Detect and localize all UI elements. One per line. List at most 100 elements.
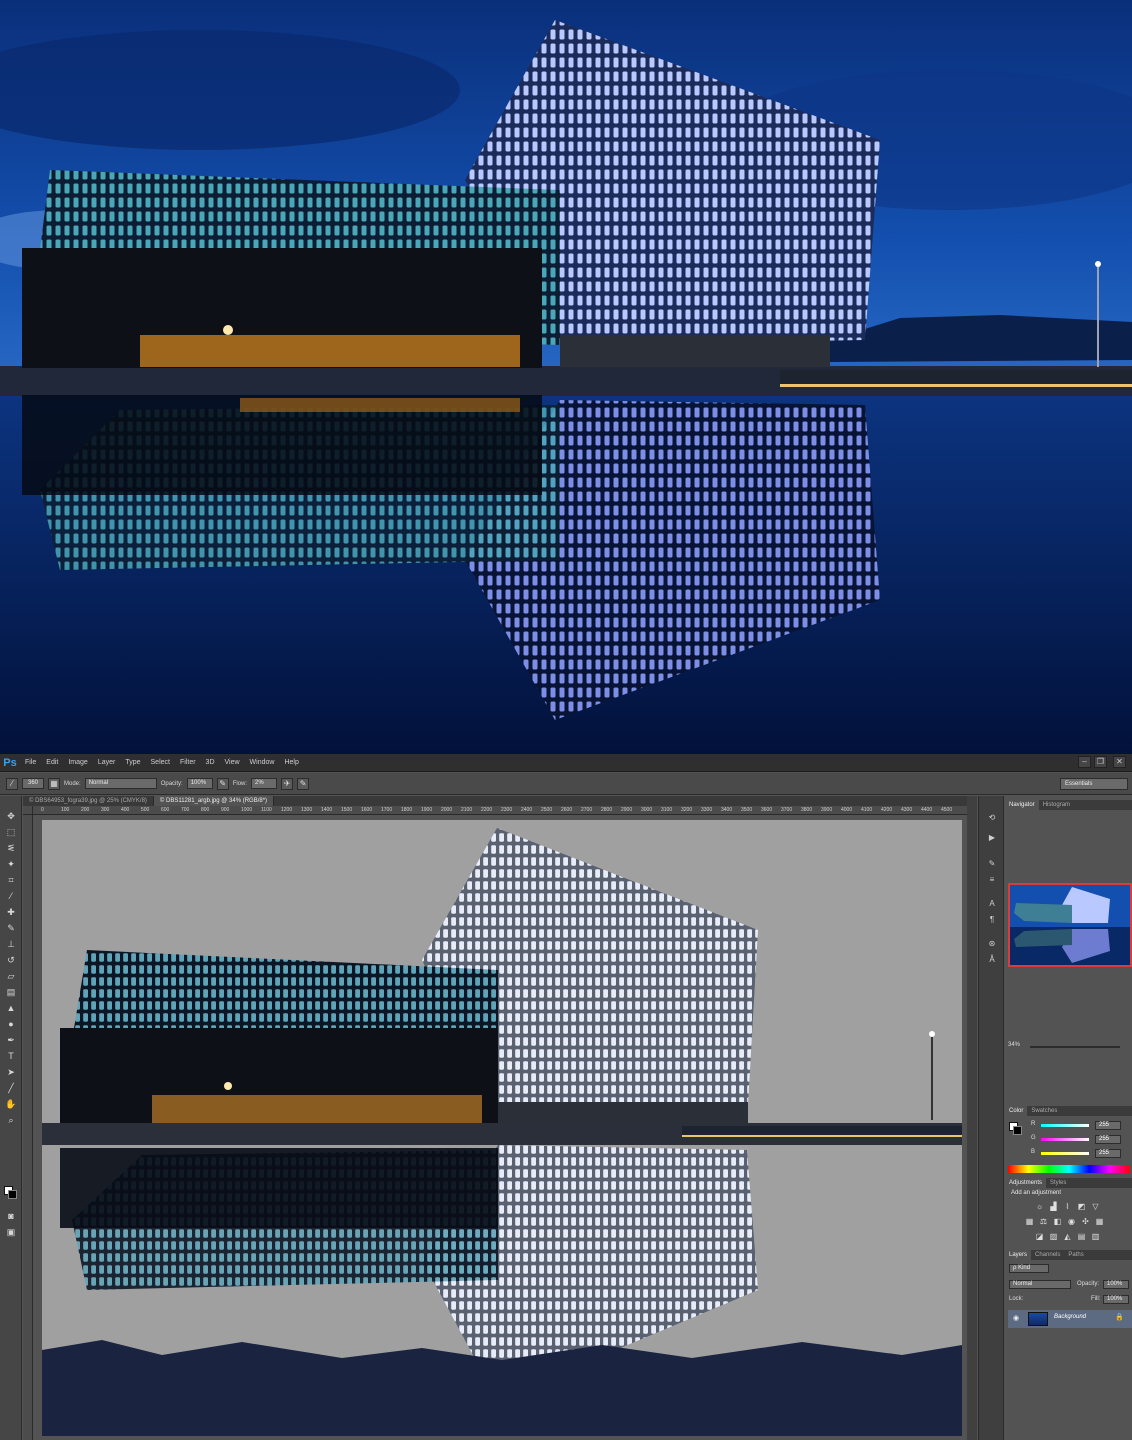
posterize-icon[interactable]: ▨	[1049, 1232, 1058, 1241]
hand-tool-icon[interactable]: ✋	[5, 1098, 17, 1110]
zoom-tool-icon[interactable]: ⌕	[5, 1114, 17, 1126]
brush-size-field[interactable]: 360	[22, 778, 44, 789]
dodge-tool-icon[interactable]: ●	[5, 1018, 17, 1030]
flow-field[interactable]: 2%	[251, 778, 278, 789]
tab-color[interactable]: Color	[1005, 1106, 1028, 1116]
channel-r-value[interactable]: 255	[1095, 1121, 1121, 1130]
color-spectrum[interactable]	[1008, 1165, 1130, 1173]
photo-filter-icon[interactable]: ◉	[1067, 1217, 1076, 1226]
channel-b-slider[interactable]	[1041, 1152, 1089, 1155]
curves-icon[interactable]: ⌇	[1063, 1202, 1072, 1211]
selective-color-icon[interactable]: ▥	[1091, 1232, 1100, 1241]
eraser-tool-icon[interactable]: ▱	[5, 970, 17, 982]
invert-icon[interactable]: ◪	[1035, 1232, 1044, 1241]
tab-adjustments[interactable]: Adjustments	[1005, 1178, 1047, 1188]
menu-help[interactable]: Help	[279, 754, 303, 772]
brush-tool-icon[interactable]: ⁄	[6, 777, 18, 790]
layer-name[interactable]: Background	[1054, 1314, 1086, 1320]
move-tool-icon[interactable]: ✥	[5, 810, 17, 822]
brush-tool-icon[interactable]: ✎	[5, 922, 17, 934]
clone-source-icon[interactable]: ⊛	[986, 938, 998, 950]
exposure-icon[interactable]: ◩	[1077, 1202, 1086, 1211]
tab-paths[interactable]: Paths	[1064, 1250, 1087, 1260]
channel-r-slider[interactable]	[1041, 1124, 1089, 1127]
airbrush-icon[interactable]: ✈	[281, 777, 294, 790]
menu-filter[interactable]: Filter	[175, 754, 201, 772]
menu-type[interactable]: Type	[120, 754, 145, 772]
opacity-field[interactable]: 100%	[186, 778, 213, 789]
brightness-contrast-icon[interactable]: ☼	[1035, 1202, 1044, 1211]
black-white-icon[interactable]: ◧	[1053, 1217, 1062, 1226]
pressure-opacity-icon[interactable]: ✎	[216, 777, 229, 790]
fill-field[interactable]: 100%	[1103, 1295, 1129, 1304]
blur-tool-icon[interactable]: ▲	[5, 1002, 17, 1014]
tab-histogram[interactable]: Histogram	[1039, 800, 1074, 810]
crop-tool-icon[interactable]: ⌗	[5, 874, 17, 886]
menu-3d[interactable]: 3D	[201, 754, 220, 772]
color-balance-icon[interactable]: ⚖	[1039, 1217, 1048, 1226]
restore-button[interactable]: ❐	[1094, 756, 1107, 768]
levels-icon[interactable]: ▟	[1049, 1202, 1058, 1211]
menu-image[interactable]: Image	[63, 754, 92, 772]
layer-opacity-field[interactable]: 100%	[1103, 1280, 1129, 1289]
menu-edit[interactable]: Edit	[41, 754, 63, 772]
minimize-button[interactable]: –	[1078, 756, 1091, 768]
document-canvas[interactable]	[42, 820, 962, 1436]
menu-file[interactable]: File	[20, 754, 41, 772]
lasso-tool-icon[interactable]: ᓬ	[5, 842, 17, 854]
tab-styles[interactable]: Styles	[1046, 1178, 1070, 1188]
zoom-value[interactable]: 34%	[1008, 1042, 1020, 1048]
canvas-area[interactable]	[34, 816, 967, 1440]
menu-window[interactable]: Window	[245, 754, 280, 772]
clone-stamp-tool-icon[interactable]: ⊥	[5, 938, 17, 950]
gradient-map-icon[interactable]: ▤	[1077, 1232, 1086, 1241]
tab-navigator[interactable]: Navigator	[1005, 800, 1039, 810]
screen-mode-icon[interactable]: ▣	[5, 1226, 17, 1238]
type-tool-icon[interactable]: T	[5, 1050, 17, 1062]
brush-presets-icon[interactable]: ✎	[986, 858, 998, 870]
path-select-tool-icon[interactable]: ➤	[5, 1066, 17, 1078]
eyedropper-tool-icon[interactable]: ⁄	[5, 890, 17, 902]
gradient-tool-icon[interactable]: ▤	[5, 986, 17, 998]
channel-b-value[interactable]: 255	[1095, 1149, 1121, 1158]
channel-mixer-icon[interactable]: ✣	[1081, 1217, 1090, 1226]
history-panel-icon[interactable]: ⟲	[986, 812, 998, 824]
layer-row-background[interactable]: ◉ Background 🔒	[1008, 1310, 1132, 1328]
color-panel-background[interactable]	[1013, 1126, 1022, 1135]
history-brush-tool-icon[interactable]: ↺	[5, 954, 17, 966]
zoom-slider[interactable]	[1030, 1046, 1120, 1048]
close-button[interactable]: ✕	[1113, 756, 1126, 768]
pressure-size-icon[interactable]: ✎	[297, 777, 310, 790]
menu-select[interactable]: Select	[146, 754, 175, 772]
mode-select[interactable]: Normal	[84, 778, 157, 789]
tab-layers[interactable]: Layers	[1005, 1250, 1032, 1260]
tab-channels[interactable]: Channels	[1031, 1250, 1064, 1260]
workspace-select[interactable]: Essentials	[1060, 778, 1128, 790]
vertical-scrollbar[interactable]	[967, 796, 977, 1440]
visibility-eye-icon[interactable]: ◉	[1013, 1314, 1019, 1322]
channel-g-slider[interactable]	[1041, 1138, 1089, 1141]
shape-tool-icon[interactable]: ╱	[5, 1082, 17, 1094]
brush-panel-icon[interactable]: ≡	[986, 874, 998, 886]
actions-panel-icon[interactable]: ▶	[986, 832, 998, 844]
pen-tool-icon[interactable]: ✒	[5, 1034, 17, 1046]
threshold-icon[interactable]: ◭	[1063, 1232, 1072, 1241]
color-lookup-icon[interactable]: ▦	[1095, 1217, 1104, 1226]
tab-swatches[interactable]: Swatches	[1027, 1106, 1061, 1116]
brush-panel-icon[interactable]: ▦	[48, 777, 60, 790]
blend-mode-select[interactable]: Normal	[1009, 1280, 1071, 1289]
navigator-preview[interactable]	[1008, 883, 1132, 967]
marquee-tool-icon[interactable]: ⬚	[5, 826, 17, 838]
vibrance-icon[interactable]: ▽	[1091, 1202, 1100, 1211]
quick-mask-icon[interactable]: ◙	[5, 1210, 17, 1222]
menu-view[interactable]: View	[220, 754, 245, 772]
layer-filter-kind[interactable]: ρ Kind	[1009, 1264, 1049, 1273]
hue-saturation-icon[interactable]: ▦	[1025, 1217, 1034, 1226]
character-styles-icon[interactable]: Å	[986, 954, 998, 966]
healing-tool-icon[interactable]: ✚	[5, 906, 17, 918]
doc-tab-fogra39[interactable]: © DBS64953_fogra39.jpg @ 25% (CMYK/8)	[23, 796, 154, 806]
channel-g-value[interactable]: 255	[1095, 1135, 1121, 1144]
background-color-swatch[interactable]	[8, 1190, 17, 1199]
paragraph-panel-icon[interactable]: ¶	[986, 914, 998, 926]
quick-select-tool-icon[interactable]: ✦	[5, 858, 17, 870]
